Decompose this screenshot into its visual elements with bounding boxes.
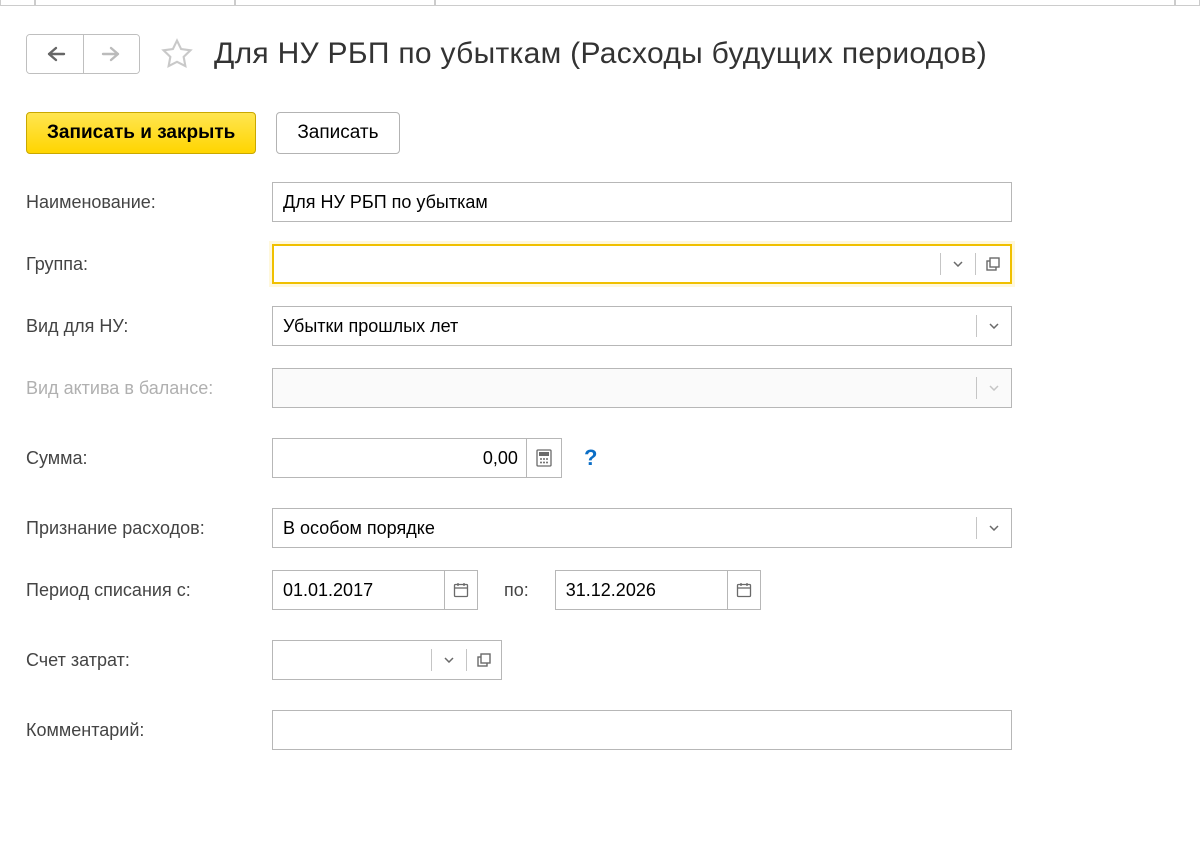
nav-back-button[interactable] (27, 35, 83, 73)
account-dropdown-button[interactable] (432, 641, 466, 679)
asset-type-dropdown-button (977, 369, 1011, 407)
save-and-close-button[interactable]: Записать и закрыть (26, 112, 256, 154)
calculator-icon (536, 449, 552, 467)
calendar-icon (736, 582, 752, 598)
period-from-input[interactable] (273, 571, 444, 609)
amount-input-wrap (272, 438, 562, 478)
period-label: Период списания с: (26, 580, 272, 601)
recognition-dropdown-button[interactable] (977, 509, 1011, 547)
nav-arrows (26, 34, 140, 74)
account-input[interactable] (273, 641, 431, 679)
chevron-down-icon (989, 525, 999, 531)
toolbar: Записать и закрыть Записать (26, 112, 1174, 154)
group-combo[interactable] (272, 244, 1012, 284)
group-label: Группа: (26, 254, 272, 275)
asset-type-input (273, 369, 976, 407)
recognition-combo[interactable] (272, 508, 1012, 548)
chevron-down-icon (989, 385, 999, 391)
period-to-input[interactable] (556, 571, 727, 609)
group-input[interactable] (274, 246, 940, 282)
nu-type-input[interactable] (273, 307, 976, 345)
account-label: Счет затрат: (26, 650, 272, 671)
comment-input-wrap (272, 710, 1012, 750)
recognition-label: Признание расходов: (26, 518, 272, 539)
amount-input[interactable] (273, 439, 526, 477)
chevron-down-icon (444, 657, 454, 663)
title-row: Для НУ РБП по убыткам (Расходы будущих п… (26, 34, 1174, 74)
recognition-input[interactable] (273, 509, 976, 547)
period-from-input-wrap (272, 570, 478, 610)
name-input[interactable] (283, 183, 1001, 221)
period-to-input-wrap (555, 570, 761, 610)
chevron-down-icon (989, 323, 999, 329)
top-tabs-bar (0, 0, 1200, 6)
account-combo[interactable] (272, 640, 502, 680)
nu-type-combo[interactable] (272, 306, 1012, 346)
name-label: Наименование: (26, 192, 272, 213)
amount-label: Сумма: (26, 448, 272, 469)
comment-label: Комментарий: (26, 720, 272, 741)
favorite-star-icon[interactable] (160, 37, 194, 71)
comment-input[interactable] (283, 711, 1001, 749)
open-dialog-icon (986, 257, 1000, 271)
asset-type-combo (272, 368, 1012, 408)
open-dialog-icon (477, 653, 491, 667)
calendar-icon (453, 582, 469, 598)
arrow-right-icon (101, 46, 123, 62)
account-open-button[interactable] (467, 641, 501, 679)
group-dropdown-button[interactable] (941, 246, 975, 282)
nu-type-dropdown-button[interactable] (977, 307, 1011, 345)
name-input-wrap (272, 182, 1012, 222)
nav-forward-button[interactable] (83, 35, 139, 73)
asset-type-label: Вид актива в балансе: (26, 378, 272, 399)
amount-calculator-button[interactable] (526, 439, 561, 477)
group-open-button[interactable] (976, 246, 1010, 282)
save-button[interactable]: Записать (276, 112, 399, 154)
chevron-down-icon (953, 261, 963, 267)
arrow-left-icon (44, 46, 66, 62)
period-to-calendar-button[interactable] (727, 571, 760, 609)
period-from-calendar-button[interactable] (444, 571, 477, 609)
period-to-label: по: (504, 580, 529, 601)
amount-hint-button[interactable]: ? (584, 445, 597, 471)
nu-type-label: Вид для НУ: (26, 316, 272, 337)
page-title: Для НУ РБП по убыткам (Расходы будущих п… (214, 37, 987, 71)
